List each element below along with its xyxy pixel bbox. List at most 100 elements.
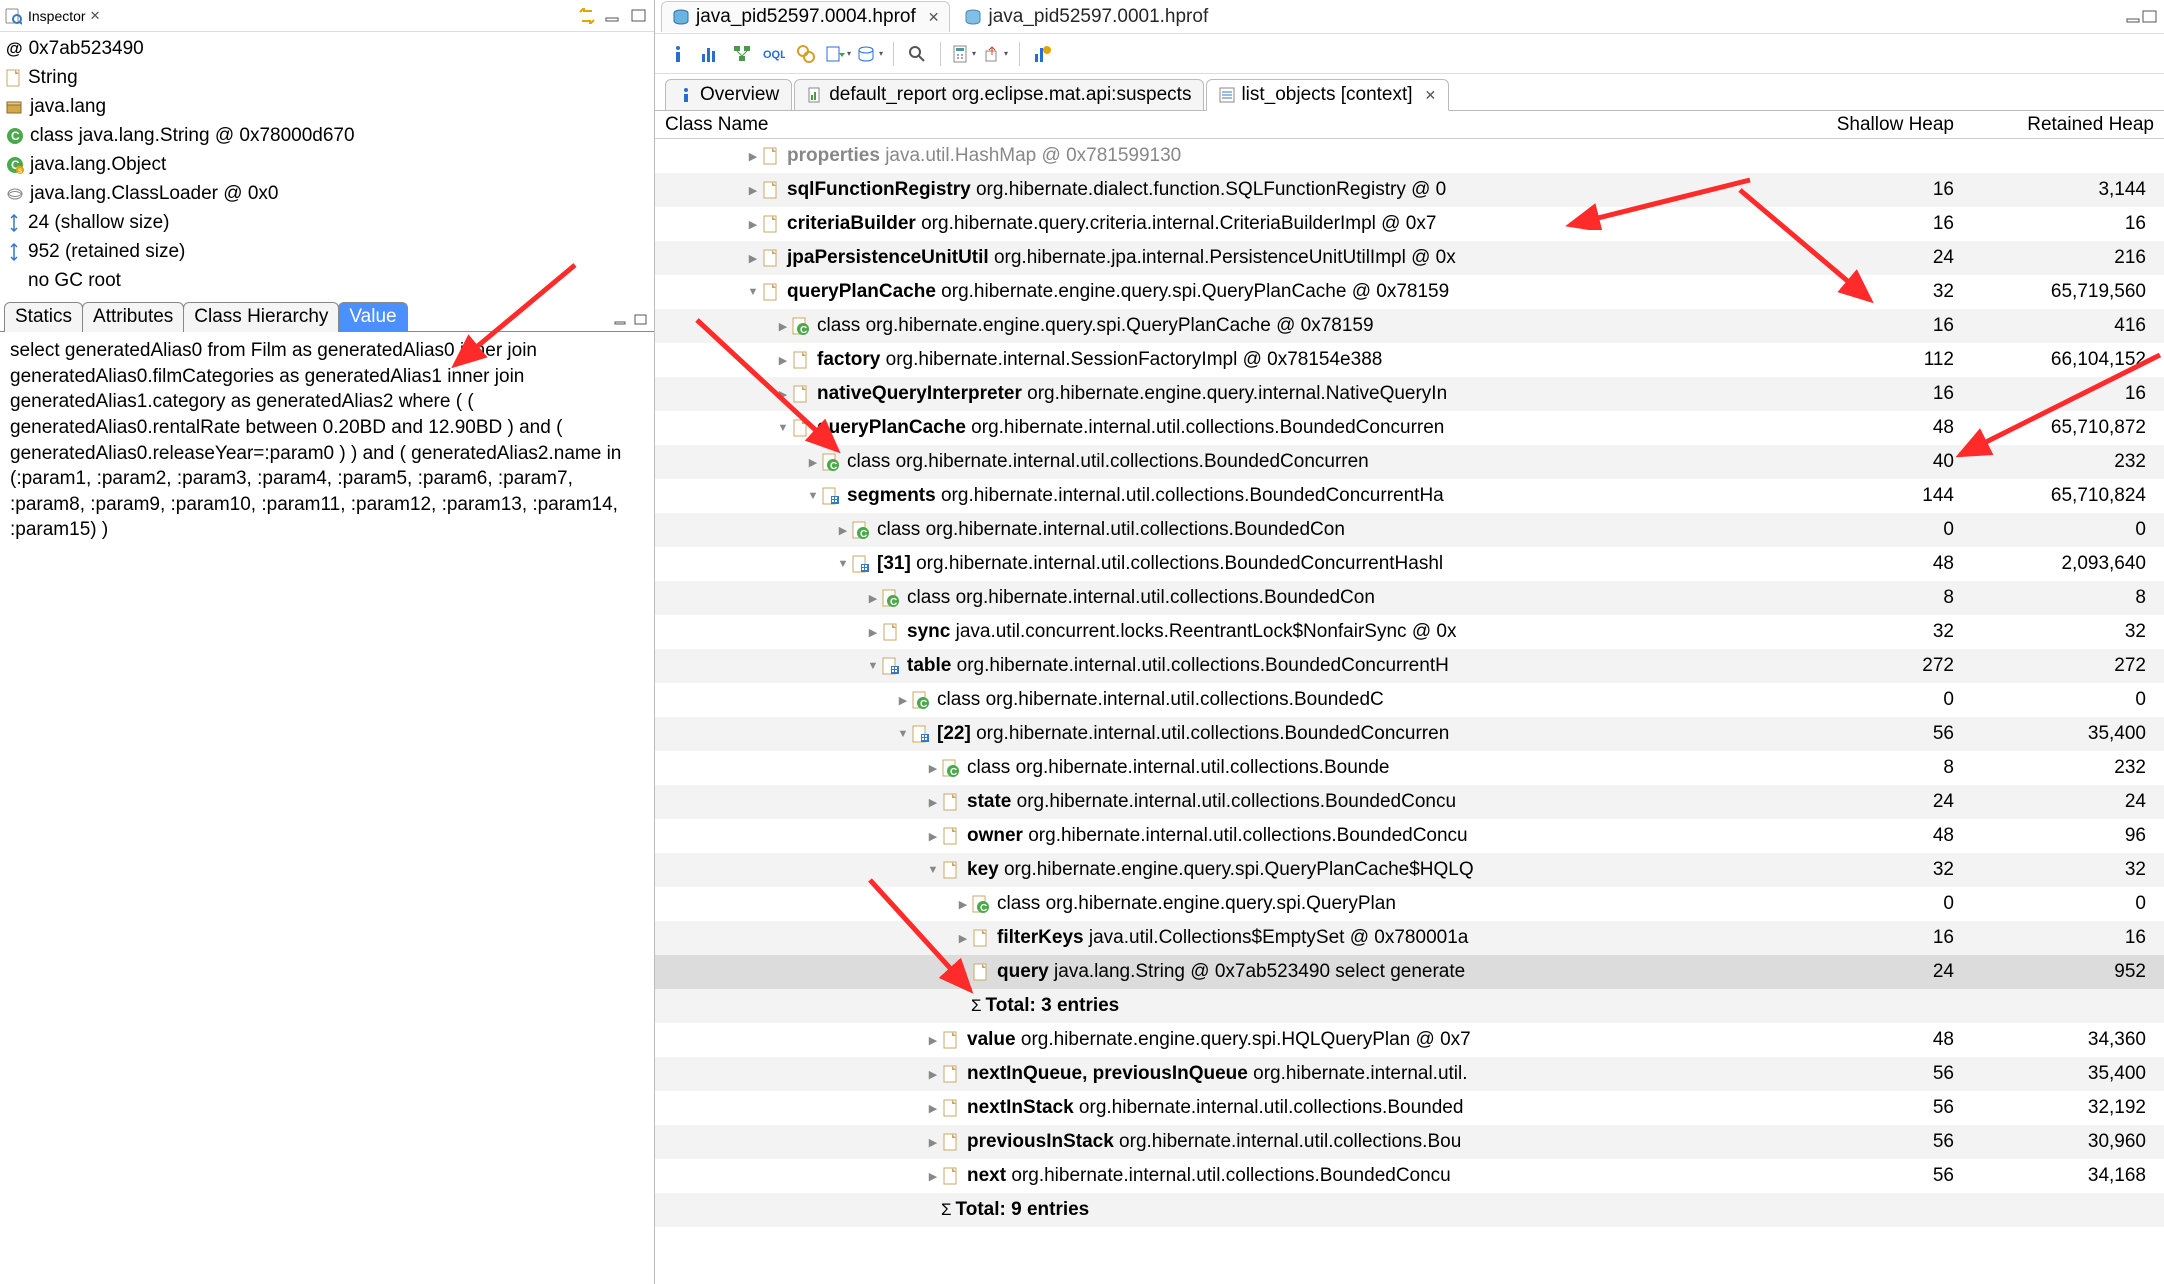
expand-icon[interactable]: ▶ [775, 388, 791, 401]
run-report-icon[interactable] [825, 41, 851, 67]
table-row[interactable]: ▶next org.hibernate.internal.util.collec… [655, 1159, 2164, 1193]
expand-icon[interactable]: ▶ [925, 1170, 941, 1183]
query-browser-icon[interactable] [857, 41, 883, 67]
thread-icon[interactable] [793, 41, 819, 67]
expand-icon[interactable]: ▶ [835, 524, 851, 537]
subtab[interactable]: list_objects [context]✕ [1206, 79, 1449, 111]
table-row[interactable]: ▶C class org.hibernate.internal.util.col… [655, 513, 2164, 547]
sync-icon[interactable] [576, 5, 598, 27]
column-class-name[interactable]: Class Name [655, 114, 1784, 136]
tab-value[interactable]: Value [338, 302, 407, 332]
info-icon[interactable] [665, 41, 691, 67]
table-row[interactable]: ▶filterKeys java.util.Collections$EmptyS… [655, 921, 2164, 955]
table-row[interactable]: ▶ sqlFunctionRegistry org.hibernate.diale… [655, 173, 2164, 207]
editor-tab[interactable]: java_pid52597.0001.hprof [954, 2, 1218, 32]
row-text: 0x7ab523490 [29, 38, 144, 60]
table-row[interactable]: ▶value org.hibernate.engine.query.spi.HQ… [655, 1023, 2164, 1057]
expand-icon[interactable]: ▶ [925, 830, 941, 843]
oql-icon[interactable]: OQL [761, 41, 787, 67]
collapse-icon[interactable]: ▼ [745, 286, 761, 298]
table-row[interactable]: ▼queryPlanCache org.hibernate.engine.que… [655, 275, 2164, 309]
column-retained-heap[interactable]: Retained Heap [1964, 114, 2164, 136]
table-row[interactable]: ▶C class org.hibernate.engine.query.spi.… [655, 887, 2164, 921]
tab-attributes[interactable]: Attributes [82, 302, 184, 332]
tab-statics[interactable]: Statics [4, 302, 83, 332]
histogram-icon[interactable] [697, 41, 723, 67]
collapse-icon[interactable]: ▼ [835, 558, 851, 570]
expand-icon[interactable]: ▶ [925, 1034, 941, 1047]
table-row[interactable]: ▶jpaPersistenceUnitUtil org.hibernate.jp… [655, 241, 2164, 275]
expand-icon[interactable]: ▶ [895, 694, 911, 707]
expand-icon[interactable]: ▶ [745, 150, 761, 163]
table-row[interactable]: ▶query java.lang.String @ 0x7ab523490 se… [655, 955, 2164, 989]
table-row[interactable]: ▶C class org.hibernate.internal.util.col… [655, 445, 2164, 479]
expand-icon[interactable]: ▶ [805, 456, 821, 469]
table-row[interactable]: ▶C class org.hibernate.internal.util.col… [655, 683, 2164, 717]
minimize-editor-icon[interactable] [2126, 10, 2142, 24]
maximize-editor-icon[interactable] [2142, 10, 2158, 24]
table-row[interactable]: ▶sync java.util.concurrent.locks.Reentra… [655, 615, 2164, 649]
table-row[interactable]: ΣTotal: 9 entries [655, 1193, 2164, 1227]
expand-icon[interactable]: ▶ [955, 966, 971, 979]
collapse-icon[interactable]: ▼ [775, 422, 791, 434]
table-row[interactable]: ▼segments org.hibernate.internal.util.co… [655, 479, 2164, 513]
editor-tab[interactable]: java_pid52597.0004.hprof✕ [661, 1, 950, 32]
close-icon[interactable]: ✕ [1425, 87, 1437, 104]
table-row[interactable]: ▼key org.hibernate.engine.query.spi.Quer… [655, 853, 2164, 887]
object-icon [941, 826, 961, 846]
expand-icon[interactable]: ▶ [955, 898, 971, 911]
table-row[interactable]: ▶nextInQueue, previousInQueue org.hibern… [655, 1057, 2164, 1091]
collapse-icon[interactable]: ▼ [805, 490, 821, 502]
export-icon[interactable] [983, 41, 1009, 67]
dominator-tree-icon[interactable] [729, 41, 755, 67]
table-row[interactable]: ▶C class org.hibernate.internal.util.col… [655, 751, 2164, 785]
compare-icon[interactable] [1030, 41, 1056, 67]
expand-icon[interactable]: ▶ [925, 1068, 941, 1081]
subtab[interactable]: Overview [665, 79, 792, 111]
expand-icon[interactable]: ▶ [745, 252, 761, 265]
close-icon[interactable]: ✕ [90, 8, 101, 24]
expand-icon[interactable]: ▶ [925, 762, 941, 775]
calculator-icon[interactable] [951, 41, 977, 67]
expand-icon[interactable]: ▶ [745, 218, 761, 231]
table-row[interactable]: ▼queryPlanCache org.hibernate.internal.u… [655, 411, 2164, 445]
expand-icon[interactable]: ▶ [925, 796, 941, 809]
maximize-icon[interactable] [628, 5, 650, 27]
table-row[interactable]: ▶previousInStack org.hibernate.internal.… [655, 1125, 2164, 1159]
expand-icon[interactable]: ▶ [955, 932, 971, 945]
table-row[interactable]: ▶state org.hibernate.internal.util.colle… [655, 785, 2164, 819]
expand-icon[interactable]: ▶ [865, 592, 881, 605]
column-shallow-heap[interactable]: Shallow Heap [1784, 114, 1964, 136]
collapse-icon[interactable]: ▼ [925, 864, 941, 876]
table-row[interactable]: ▶owner org.hibernate.internal.util.colle… [655, 819, 2164, 853]
table-row[interactable]: ▼table org.hibernate.internal.util.colle… [655, 649, 2164, 683]
table-row[interactable]: ▶C class org.hibernate.internal.util.col… [655, 581, 2164, 615]
table-row[interactable]: ▶nextInStack org.hibernate.internal.util… [655, 1091, 2164, 1125]
table-row[interactable]: ▼[22] org.hibernate.internal.util.collec… [655, 717, 2164, 751]
expand-icon[interactable]: ▶ [775, 320, 791, 333]
inspector-row: String [0, 63, 654, 92]
collapse-icon[interactable]: ▼ [865, 660, 881, 672]
row-text: String [28, 67, 78, 89]
tab-class-hierarchy[interactable]: Class Hierarchy [183, 302, 339, 332]
maximize-sub-icon[interactable] [634, 314, 650, 328]
expand-icon[interactable]: ▶ [925, 1136, 941, 1149]
close-icon[interactable]: ✕ [928, 9, 940, 26]
table-row[interactable]: ▶nativeQueryInterpreter org.hibernate.en… [655, 377, 2164, 411]
expand-icon[interactable]: ▶ [775, 354, 791, 367]
table-row[interactable]: ▶factory org.hibernate.internal.SessionF… [655, 343, 2164, 377]
collapse-icon[interactable]: ▼ [895, 728, 911, 740]
subtab[interactable]: default_report org.eclipse.mat.api:suspe… [794, 79, 1204, 111]
minimize-sub-icon[interactable] [614, 314, 630, 328]
table-row[interactable]: ▶properties java.util.HashMap @ 0x781599… [655, 139, 2164, 173]
search-icon[interactable] [904, 41, 930, 67]
object-label: sqlFunctionRegistry org.hibernate.dialec… [787, 179, 1446, 201]
table-row[interactable]: ΣTotal: 3 entries [655, 989, 2164, 1023]
expand-icon[interactable]: ▶ [865, 626, 881, 639]
minimize-icon[interactable] [602, 5, 624, 27]
table-row[interactable]: ▼[31] org.hibernate.internal.util.collec… [655, 547, 2164, 581]
table-row[interactable]: ▶criteriaBuilder org.hibernate.query.cri… [655, 207, 2164, 241]
expand-icon[interactable]: ▶ [925, 1102, 941, 1115]
expand-icon[interactable]: ▶ [745, 184, 761, 197]
table-row[interactable]: ▶C class org.hibernate.engine.query.spi.… [655, 309, 2164, 343]
